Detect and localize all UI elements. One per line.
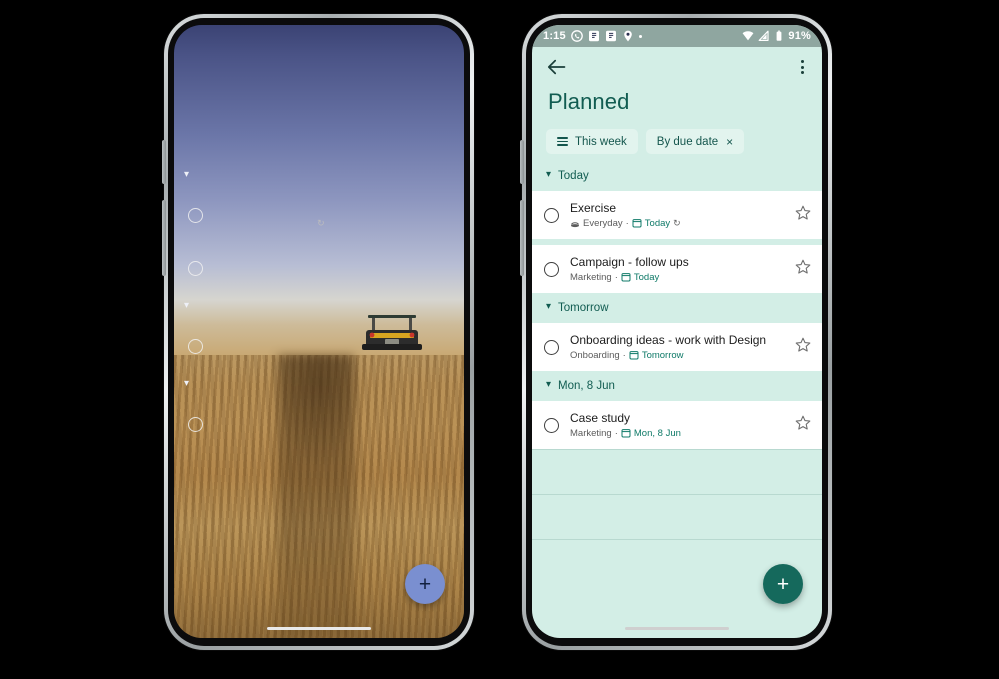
task-row[interactable]: Onboarding ideas - work with Design Onboa… bbox=[532, 323, 822, 371]
task-complete-checkbox[interactable] bbox=[544, 261, 559, 277]
hamburger-icon bbox=[557, 137, 568, 146]
meta-separator: · bbox=[614, 271, 618, 283]
task-due-date: Mon, 8 Jun bbox=[633, 427, 681, 439]
add-task-fab[interactable]: + bbox=[405, 564, 445, 604]
calendar-icon bbox=[621, 272, 631, 283]
task-title: Onboarding ideas - work with Design bbox=[570, 332, 767, 347]
chevron-down-icon: ▾ bbox=[184, 377, 190, 389]
gesture-nav-bar[interactable] bbox=[625, 627, 729, 630]
calendar-icon bbox=[629, 350, 639, 361]
group-header[interactable]: ▾ Tomorrow bbox=[532, 296, 822, 319]
task-complete-checkbox[interactable] bbox=[188, 260, 203, 276]
wifi-icon bbox=[742, 30, 754, 42]
filter-chip-row: This week By due date × bbox=[532, 129, 822, 161]
star-icon[interactable] bbox=[795, 415, 811, 436]
task-title: Exercise bbox=[570, 200, 617, 215]
star-icon[interactable] bbox=[795, 337, 811, 358]
star-icon[interactable] bbox=[795, 205, 811, 226]
overflow-dot-icon bbox=[638, 34, 642, 38]
task-complete-checkbox[interactable] bbox=[544, 207, 559, 223]
task-row[interactable]: Case study Marketing · Mon, 8 Jun bbox=[532, 401, 822, 449]
chevron-down-icon: ▾ bbox=[546, 378, 552, 390]
phone-volume-button[interactable] bbox=[162, 140, 166, 184]
calendar-icon bbox=[621, 428, 631, 439]
task-due-date: Today bbox=[633, 271, 660, 283]
signal-icon bbox=[758, 30, 770, 42]
location-pin-icon bbox=[622, 30, 634, 42]
status-time: 1:15 bbox=[543, 30, 566, 42]
star-icon[interactable] bbox=[795, 259, 811, 280]
task-meta: Marketing · Mon, 8 Jun bbox=[570, 428, 787, 440]
task-due-date: Tomorrow bbox=[641, 349, 684, 361]
kebab-menu-icon[interactable] bbox=[797, 56, 808, 78]
calendar-icon bbox=[632, 218, 642, 229]
page-title: Planned bbox=[548, 89, 630, 114]
task-complete-checkbox[interactable] bbox=[544, 417, 559, 433]
whatsapp-icon bbox=[570, 30, 583, 42]
filter-chip-2[interactable]: By due date × bbox=[645, 129, 745, 154]
repeat-icon: ↻ bbox=[673, 217, 681, 228]
phone-volume-button[interactable] bbox=[520, 140, 524, 184]
battery-icon bbox=[774, 30, 784, 42]
meta-separator: · bbox=[622, 349, 626, 361]
chevron-down-icon: ▾ bbox=[184, 168, 190, 180]
task-complete-checkbox[interactable] bbox=[188, 416, 203, 432]
document-icon bbox=[588, 30, 600, 42]
task-row[interactable]: Exercise Everyday · Today↻ bbox=[532, 191, 822, 239]
task-complete-checkbox[interactable] bbox=[188, 338, 203, 354]
group-header-label: Mon, 8 Jun bbox=[558, 379, 615, 392]
group-header[interactable]: ▾ Mon, 8 Jun bbox=[532, 374, 822, 397]
filter-chip-label: By due date bbox=[656, 135, 719, 148]
phone-screen: 1:1891%PlannedThis weekBy due date×▾Toda… bbox=[174, 25, 464, 638]
repeat-list-icon bbox=[570, 219, 580, 229]
task-meta: Everyday · Today↻ bbox=[570, 218, 787, 230]
task-complete-checkbox[interactable] bbox=[544, 339, 559, 355]
task-meta: Marketing · Today bbox=[570, 272, 787, 284]
phone-mockup-left: 1:1891%PlannedThis weekBy due date×▾Toda… bbox=[162, 14, 474, 650]
meta-separator: · bbox=[625, 217, 629, 229]
task-meta: Onboarding · Tomorrow bbox=[570, 350, 787, 362]
group-header-label: Today bbox=[558, 169, 589, 182]
filter-chip-1[interactable]: This week bbox=[546, 129, 638, 154]
phone-power-button[interactable] bbox=[162, 200, 166, 276]
task-title: Case study bbox=[570, 410, 631, 425]
back-arrow-icon[interactable] bbox=[546, 57, 566, 77]
chevron-down-icon: ▾ bbox=[546, 168, 552, 180]
task-list-name: Onboarding bbox=[570, 349, 620, 361]
task-list-name: Marketing bbox=[570, 271, 612, 283]
repeat-icon: ↻ bbox=[317, 217, 325, 228]
screenshot-stage: 1:1891%PlannedThis weekBy due date×▾Toda… bbox=[0, 0, 999, 679]
task-title: Campaign - follow ups bbox=[570, 254, 689, 269]
phone-screen: 1:15 91% Planned This week By due date × ▾ Toda… bbox=[532, 25, 822, 638]
app-bar bbox=[532, 47, 822, 87]
add-task-fab[interactable]: + bbox=[763, 564, 803, 604]
task-list-name: Everyday bbox=[583, 217, 623, 229]
battery-percent: 91% bbox=[788, 30, 811, 42]
meta-separator: · bbox=[614, 427, 618, 439]
chevron-down-icon: ▾ bbox=[184, 299, 190, 311]
task-complete-checkbox[interactable] bbox=[188, 207, 203, 223]
gesture-nav-bar[interactable] bbox=[267, 627, 371, 630]
filter-chip-label: This week bbox=[575, 135, 627, 148]
group-header-label: Tomorrow bbox=[558, 301, 609, 314]
phone-power-button[interactable] bbox=[520, 200, 524, 276]
wallpaper-photo bbox=[174, 25, 464, 638]
task-list-name: Marketing bbox=[570, 427, 612, 439]
group-header[interactable]: ▾ Today bbox=[532, 164, 822, 187]
chevron-down-icon: ▾ bbox=[546, 300, 552, 312]
task-list: ▾TodayExerciseEveryday · Today↻Campaign … bbox=[532, 164, 822, 584]
safari-vehicle-graphic bbox=[362, 315, 422, 350]
close-icon[interactable]: × bbox=[726, 136, 733, 148]
phone-mockup-right: 1:15 91% Planned This week By due date × ▾ Toda… bbox=[520, 14, 832, 650]
task-row[interactable]: Campaign - follow ups Marketing · Today bbox=[532, 245, 822, 293]
task-due-date: Today bbox=[644, 217, 671, 229]
document-icon bbox=[605, 30, 617, 42]
status-bar: 1:15 91% bbox=[532, 25, 822, 47]
